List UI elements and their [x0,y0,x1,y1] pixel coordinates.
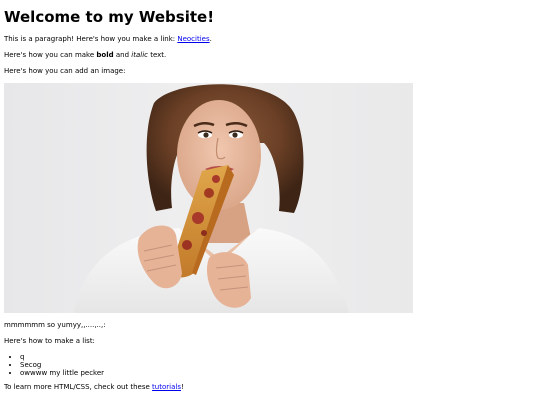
list-intro: Here's how to make a list: [4,337,95,345]
list-item: q [20,353,536,361]
list-item: owwww my little pecker [20,369,536,377]
footer-paragraph: To learn more HTML/CSS, check out these … [4,383,536,392]
hero-image-art [4,83,413,313]
list-item: Secog [20,361,536,369]
neocities-link[interactable]: Neocities [177,35,209,43]
paragraph-intro-text: This is a paragraph! Here's how you make… [4,35,178,43]
paragraph-intro: This is a paragraph! Here's how you make… [4,35,536,44]
tutorials-link[interactable]: tutorials [152,383,181,391]
bold-text: bold [96,51,114,59]
page: Welcome to my Website! This is a paragra… [0,0,540,392]
page-title: Welcome to my Website! [4,8,215,26]
footer-text: To learn more HTML/CSS, check out these [4,383,153,391]
image-caption: mmmmmm so yumyy,,....,..,: [4,321,106,329]
formatting-text-end: text. [147,51,167,59]
paragraph-formatting: Here's how you can make bold and italic … [4,51,536,60]
hero-image [4,83,413,313]
formatting-text-middle: and [113,51,132,59]
italic-text: italic [131,51,148,59]
bullet-list: q Secog owwww my little pecker [4,353,536,377]
formatting-text-start: Here's how you can make [4,51,97,59]
footer-text-end: ! [180,383,184,391]
paragraph-image-intro: Here's how you can add an image: [4,67,126,75]
paragraph-intro-end: . [209,35,212,43]
